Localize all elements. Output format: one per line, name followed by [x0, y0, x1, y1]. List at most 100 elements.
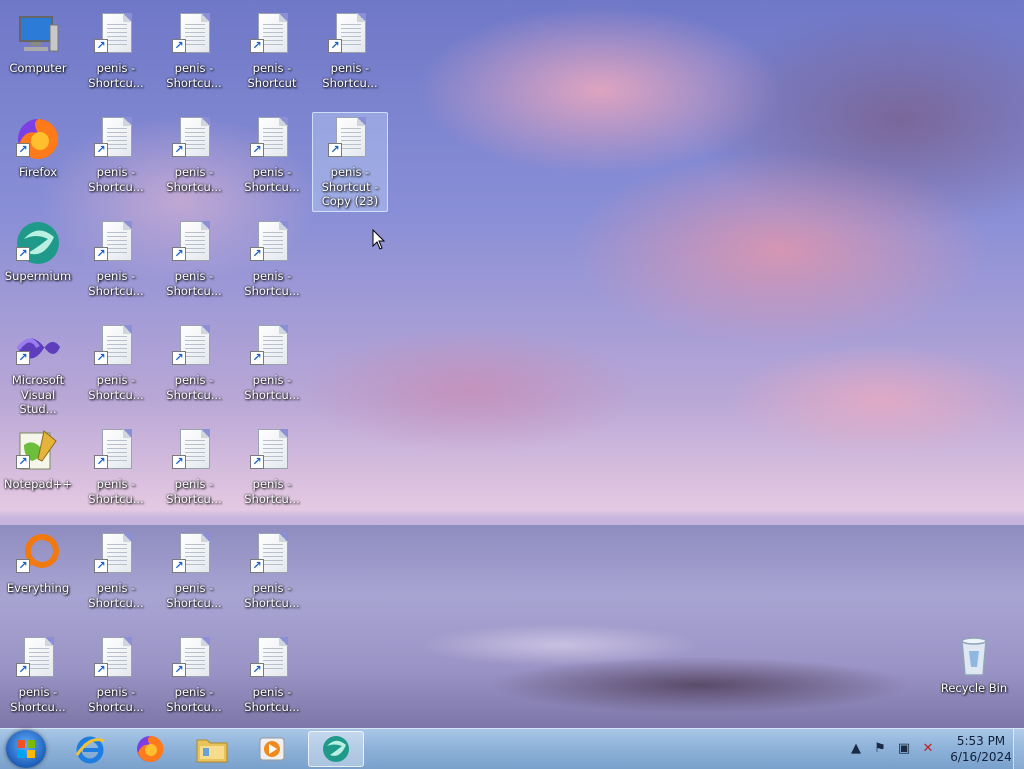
shortcut-arrow-icon: ↗ — [250, 351, 264, 365]
media-player-icon — [259, 737, 285, 761]
desktop-icon-label: penis - Shortcu... — [166, 581, 222, 610]
desktop-icon-s-2-2[interactable]: ↗ penis - Shortcu... — [156, 216, 232, 316]
start-button[interactable] — [6, 730, 46, 768]
notepad-icon: ↗ — [14, 427, 62, 475]
desktop-icon-label: penis - Shortcut - Copy (23) — [321, 165, 379, 208]
desktop-icon-label: penis - Shortcu... — [244, 269, 300, 298]
shortcut-arrow-icon: ↗ — [94, 663, 108, 677]
shortcut-arrow-icon: ↗ — [172, 39, 186, 53]
desktop-icon-s-1-5[interactable]: ↗ penis - Shortcu... — [78, 528, 154, 628]
taskbar-internet-explorer[interactable] — [62, 731, 118, 767]
taskbar-file-explorer[interactable] — [184, 731, 240, 767]
shortcut-arrow-icon: ↗ — [94, 143, 108, 157]
clock-time: 5:53 PM — [956, 734, 1006, 748]
desktop-icon-label: penis - Shortcu... — [244, 581, 300, 610]
document-icon: ↗ — [170, 427, 218, 475]
desktop-icon-label: penis - Shortcu... — [166, 685, 222, 714]
document-icon: ↗ — [248, 115, 296, 163]
desktop-icon-label: Firefox — [18, 165, 58, 179]
desktop-icon-notepadpp[interactable]: ↗ Notepad++ — [0, 424, 76, 524]
desktop-icon-s-3-1[interactable]: ↗ penis - Shortcu... — [234, 112, 310, 212]
desktop-icon-label: Notepad++ — [3, 477, 73, 491]
desktop-icon-s-3-0[interactable]: ↗ penis - Shortcut — [234, 8, 310, 108]
shortcut-arrow-icon: ↗ — [250, 663, 264, 677]
network-icon[interactable]: ▣ — [895, 740, 913, 758]
volume-muted-icon[interactable]: ✕ — [919, 740, 937, 758]
shortcut-arrow-icon: ↗ — [172, 663, 186, 677]
recycle-bin-icon-image — [950, 631, 998, 679]
document-icon: ↗ — [92, 11, 140, 59]
taskbar-firefox[interactable] — [122, 731, 178, 767]
desktop-icon-s-2-5[interactable]: ↗ penis - Shortcu... — [156, 528, 232, 628]
shortcut-arrow-icon: ↗ — [328, 39, 342, 53]
shortcut-arrow-icon: ↗ — [250, 143, 264, 157]
desktop-icon-s-2-6[interactable]: ↗ penis - Shortcu... — [156, 632, 232, 728]
desktop-icon-vs[interactable]: ↗ Microsoft Visual Stud... — [0, 320, 76, 420]
document-icon: ↗ — [170, 11, 218, 59]
desktop-icon-s-4-0[interactable]: ↗ penis - Shortcu... — [312, 8, 388, 108]
desktop-icon-label: Microsoft Visual Stud... — [11, 373, 65, 416]
desktop-icon-label: penis - Shortcu... — [166, 373, 222, 402]
document-icon: ↗ — [92, 219, 140, 267]
recycle-bin-icon[interactable]: Recycle Bin — [936, 628, 1012, 728]
document-icon: ↗ — [248, 11, 296, 59]
show-hidden-icons-icon[interactable]: ▲ — [847, 740, 865, 758]
desktop-icon-label: penis - Shortcu... — [10, 685, 66, 714]
desktop-icon-label: penis - Shortcu... — [88, 373, 144, 402]
folder-icon — [196, 739, 228, 763]
desktop-icon-firefox[interactable]: ↗ Firefox — [0, 112, 76, 212]
desktop-icon-s-2-1[interactable]: ↗ penis - Shortcu... — [156, 112, 232, 212]
shortcut-arrow-icon: ↗ — [94, 39, 108, 53]
desktop-icon-label: penis - Shortcu... — [166, 477, 222, 506]
document-icon: ↗ — [92, 635, 140, 683]
document-icon: ↗ — [170, 531, 218, 579]
desktop-icon-s-1-2[interactable]: ↗ penis - Shortcu... — [78, 216, 154, 316]
desktop-icon-label: penis - Shortcu... — [166, 269, 222, 298]
vs-icon: ↗ — [14, 323, 62, 371]
desktop-icon-label: Everything — [6, 581, 70, 595]
desktop-icon-label: penis - Shortcu... — [166, 61, 222, 90]
desktop-icon-s-1-0[interactable]: ↗ penis - Shortcu... — [78, 8, 154, 108]
shortcut-arrow-icon: ↗ — [16, 143, 30, 157]
shortcut-arrow-icon: ↗ — [16, 455, 30, 469]
desktop-icon-label: penis - Shortcu... — [88, 61, 144, 90]
desktop-icon-s-3-2[interactable]: ↗ penis - Shortcu... — [234, 216, 310, 316]
desktop-icon-everything[interactable]: ↗ Everything — [0, 528, 76, 628]
desktop-icon-s-2-4[interactable]: ↗ penis - Shortcu... — [156, 424, 232, 524]
show-desktop-button[interactable] — [1013, 729, 1024, 769]
desktop-icon-s-0-6[interactable]: ↗ penis - Shortcu... — [0, 632, 76, 728]
taskbar-media-player[interactable] — [244, 731, 300, 767]
computer-icon — [14, 11, 62, 59]
shortcut-arrow-icon: ↗ — [172, 455, 186, 469]
desktop-icon-s-2-0[interactable]: ↗ penis - Shortcu... — [156, 8, 232, 108]
desktop-icon-s-3-5[interactable]: ↗ penis - Shortcu... — [234, 528, 310, 628]
desktop-icon-s-4-1[interactable]: ↗ penis - Shortcut - Copy (23) — [312, 112, 388, 212]
desktop-icon-computer[interactable]: Computer — [0, 8, 76, 108]
shortcut-arrow-icon: ↗ — [250, 247, 264, 261]
desktop-icon-s-2-3[interactable]: ↗ penis - Shortcu... — [156, 320, 232, 420]
supermium-icon: ↗ — [14, 219, 62, 267]
desktop-icon-supermium[interactable]: ↗ Supermium — [0, 216, 76, 316]
desktop-icon-label: penis - Shortcu... — [88, 685, 144, 714]
desktop-icon-label: penis - Shortcu... — [244, 477, 300, 506]
document-icon: ↗ — [248, 635, 296, 683]
desktop[interactable]: Computer ↗ Firefox ↗ Supermium ↗ Microsoft Vis… — [0, 0, 1024, 728]
action-center-flag-icon[interactable]: ⚑ — [871, 740, 889, 758]
desktop-icon-s-1-4[interactable]: ↗ penis - Shortcu... — [78, 424, 154, 524]
shortcut-arrow-icon: ↗ — [172, 559, 186, 573]
desktop-icon-s-1-1[interactable]: ↗ penis - Shortcu... — [78, 112, 154, 212]
firefox-icon: ↗ — [14, 115, 62, 163]
desktop-icon-label: penis - Shortcu... — [166, 165, 222, 194]
desktop-icon-s-3-6[interactable]: ↗ penis - Shortcu... — [234, 632, 310, 728]
desktop-icon-s-1-3[interactable]: ↗ penis - Shortcu... — [78, 320, 154, 420]
desktop-icon-s-3-4[interactable]: ↗ penis - Shortcu... — [234, 424, 310, 524]
document-icon: ↗ — [326, 115, 374, 163]
document-icon: ↗ — [92, 427, 140, 475]
desktop-icon-s-3-3[interactable]: ↗ penis - Shortcu... — [234, 320, 310, 420]
desktop-icon-label: penis - Shortcut — [247, 61, 297, 90]
supermium-icon — [323, 736, 349, 762]
desktop-icon-label: penis - Shortcu... — [88, 477, 144, 506]
taskbar-clock[interactable]: 5:53 PM 6/16/2024 — [950, 733, 1012, 765]
desktop-icon-s-1-6[interactable]: ↗ penis - Shortcu... — [78, 632, 154, 728]
taskbar-supermium[interactable] — [308, 731, 364, 767]
